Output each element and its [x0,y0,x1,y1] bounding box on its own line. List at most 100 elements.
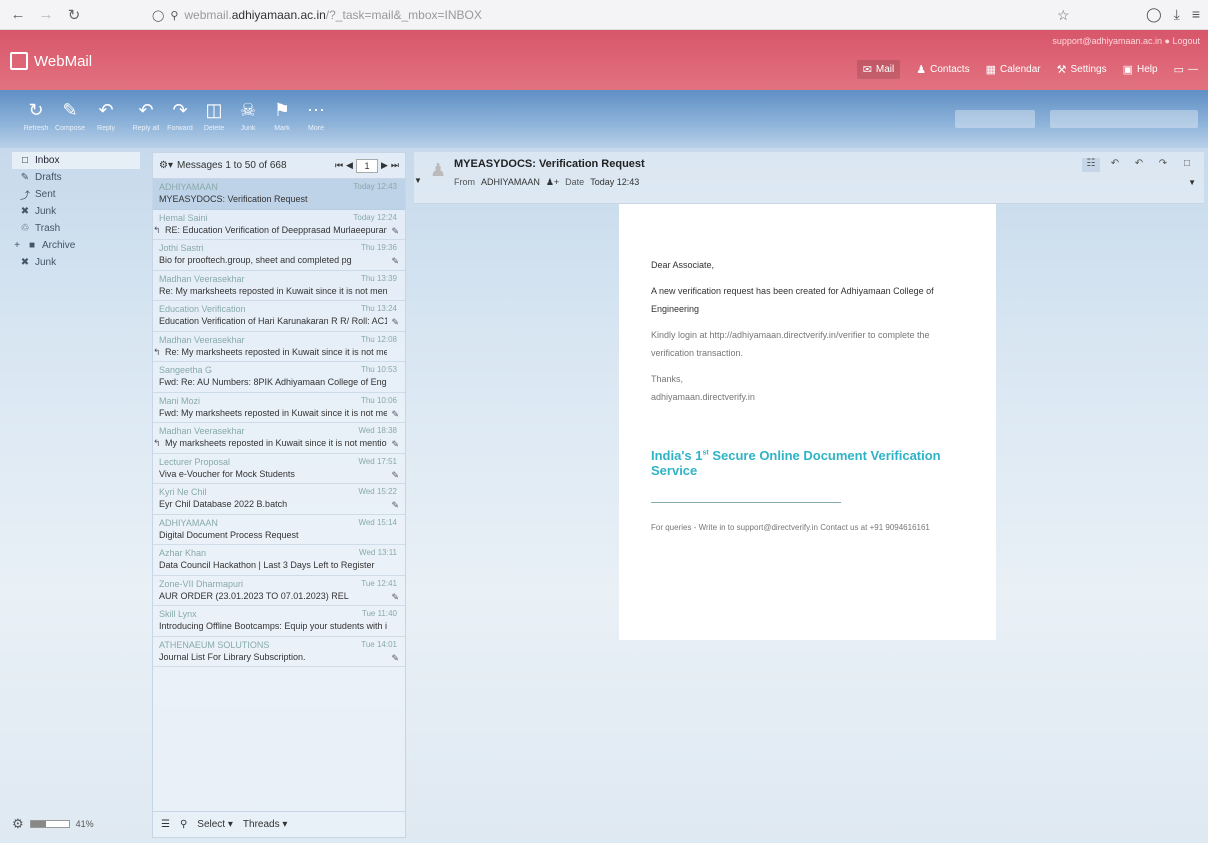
preview-meta: From ADHIYAMAAN ♟+ Date Today 12:43 [454,177,640,188]
folder-trash[interactable]: ♲ Trash [12,220,140,237]
list-options-icon[interactable]: ☰ [161,819,170,830]
body-line-2: Kindly login at http://adhiyamaan.direct… [651,330,930,358]
folder-drafts[interactable]: ✎ Drafts [12,169,140,186]
list-footer: ☰ ⚲ Select ▾ Threads ▾ [153,811,405,837]
search-input[interactable] [1050,110,1198,128]
message-preview: ▼ ♟ MYEASYDOCS: Verification Request Fro… [414,152,1204,838]
add-contact-icon[interactable]: ♟+ [546,177,559,188]
junk-button[interactable]: ☠ Junk [230,100,266,133]
nav-contacts[interactable]: ♟ Contacts [916,60,969,79]
top-nav: ✉ Mail ♟ Contacts ▦ Calendar ⚒ Settings ▣ Hel… [856,60,1198,79]
message-from: Madhan Veerasekhar [159,273,245,284]
message-row[interactable]: Education Verification Thu 13:24 Education… [153,301,405,332]
flag-icon[interactable]: ✎ [391,500,399,511]
message-row[interactable]: Kyri Ne Chil Wed 15:22 Eyr Chil Database 2… [153,484,405,515]
message-row[interactable]: Jothi Sastri Thu 19:36 Bio for prooftech.g… [153,240,405,271]
select-dropdown[interactable]: Select ▾ [197,819,233,830]
collapse-icon[interactable]: ▼ [414,176,422,185]
last-page-icon[interactable]: ⏭ [391,160,399,171]
open-window-icon[interactable]: □ [1178,158,1196,172]
footer-contact: For queries - Write in to support@direct… [651,523,930,532]
mark-button[interactable]: ⚑ Mark [264,100,300,133]
message-row[interactable]: Mani Mozi Thu 10:06 Fwd: My marksheets rep… [153,393,405,423]
menu-icon[interactable]: ≡ [1192,6,1200,23]
flag-icon[interactable]: ✎ [391,592,399,603]
refresh-button[interactable]: ↻ Refresh [18,100,54,133]
message-subject: Fwd: My marksheets reposted in Kuwait si… [159,407,387,418]
reply-button[interactable]: ↶ Reply [88,100,124,133]
pager: ⏮ ◀ 1 ▶ ⏭ [335,158,399,173]
bookmark-star-icon[interactable]: ☆ [1057,7,1070,24]
address-bar[interactable]: ◯ ⚲ webmail.adhiyamaan.ac.in/?_task=mail… [152,5,1082,25]
message-row[interactable]: ADHIYAMAAN Wed 15:14 Digital Document Proc… [153,515,405,545]
message-row[interactable]: ADHIYAMAAN Today 12:43 MYEASYDOCS: Verific… [153,179,405,210]
folder-junk[interactable]: ✖ Junk [12,203,140,220]
flag-icon[interactable]: ✎ [391,653,399,664]
message-row[interactable]: Hemal Saini Today 12:24 RE: Education Veri… [153,210,405,240]
download-icon[interactable]: ⤓ [1174,6,1180,23]
sender-name[interactable]: ADHIYAMAAN [481,177,540,188]
flag-icon[interactable]: ✎ [391,317,399,328]
thread-options-icon[interactable]: ⚙▾ [159,160,173,171]
forward-button[interactable]: ↷ Forward [162,100,198,133]
flag-icon[interactable]: ✎ [391,439,399,450]
back-icon[interactable]: ← [8,6,28,24]
nav-help[interactable]: ▣ Help [1123,60,1158,79]
calendar-icon: ▦ [985,64,996,76]
forward-icon[interactable]: ↷ [1154,158,1172,172]
pocket-icon[interactable]: ◯ [1146,6,1162,23]
divider [651,502,841,503]
message-row[interactable]: Madhan Veerasekhar Thu 12:08 Re: My marksh… [153,332,405,362]
message-row[interactable]: ATHENAEUM SOLUTIONS Tue 14:01 Journal List… [153,637,405,667]
folder-archive[interactable]: + ■ Archive [12,237,140,254]
compose-button[interactable]: ✎ Compose [52,100,88,133]
reply-all-icon[interactable]: ↶ [1130,158,1148,172]
reply-all-button[interactable]: ↶ Reply all [128,100,164,133]
message-from: Lecturer Proposal [159,456,231,467]
nav-more[interactable]: ▭ — [1174,60,1198,79]
nav-mail[interactable]: ✉ Mail [856,60,901,79]
webmail-logo[interactable]: WebMail [10,52,92,70]
more-actions-icon[interactable]: ▼ [1188,178,1196,187]
search-icon[interactable]: ⚲ [180,819,187,830]
flag-icon[interactable]: ✎ [391,226,399,237]
flag-icon[interactable]: ✎ [391,256,399,267]
quota-bar [29,820,70,828]
next-page-icon[interactable]: ▶ [381,160,388,171]
message-subject: Journal List For Library Subscription. [159,651,306,662]
logo-icon [10,52,28,70]
message-row[interactable]: Azhar Khan Wed 13:11 Data Council Hackatho… [153,545,405,576]
message-row[interactable]: Madhan Veerasekhar Wed 18:38 My marksheets… [153,423,405,454]
expand-plus-icon[interactable]: + [12,240,22,251]
folder-junk-2[interactable]: ✖ Junk [12,254,140,271]
nav-calendar[interactable]: ▦ Calendar [986,60,1041,79]
message-row[interactable]: Zone-VII Dharmapuri Tue 12:41 AUR ORDER (2… [153,576,405,606]
first-page-icon[interactable]: ⏮ [335,160,343,171]
gear-icon[interactable]: ⚙ [12,816,24,832]
message-row[interactable]: Sangeetha G Thu 10:53 Fwd: Re: AU Numbers:… [153,362,405,393]
message-row[interactable]: Lecturer Proposal Wed 17:51 Viva e-Voucher… [153,454,405,484]
message-from: Skill Lynx [159,609,197,619]
forward-icon[interactable]: → [36,6,56,24]
message-date: Thu 10:53 [360,365,397,374]
nav-settings[interactable]: ⚒ Settings [1057,60,1107,79]
quick-filter-select[interactable] [955,110,1035,128]
more-button[interactable]: ⋯ More [298,100,334,133]
more-icon: ⋯ [307,100,325,120]
flag-icon[interactable]: ✎ [391,409,399,420]
reply-icon[interactable]: ↶ [1106,158,1124,172]
delete-button[interactable]: ◫ Delete [196,100,232,133]
prev-page-icon[interactable]: ◀ [346,160,353,171]
headers-toggle-icon[interactable]: ☷ [1082,158,1100,172]
reload-icon[interactable]: ↻ [64,6,84,24]
threads-dropdown[interactable]: Threads ▾ [243,819,288,830]
message-row[interactable]: Skill Lynx Tue 11:40 Introducing Offline B… [153,606,405,637]
page-input[interactable]: 1 [355,158,378,173]
message-date: Thu 13:39 [360,273,397,283]
message-row[interactable]: Madhan Veerasekhar Thu 13:39 Re: My marksh… [153,271,405,301]
folder-sent[interactable]: ⤴ Sent [12,186,140,203]
folder-inbox[interactable]: □ Inbox [12,152,140,169]
flag-icon[interactable]: ✎ [391,470,399,481]
tagline: India's 1st Secure Online Document Verif… [651,448,941,478]
logout-link[interactable]: Logout [1172,36,1200,46]
